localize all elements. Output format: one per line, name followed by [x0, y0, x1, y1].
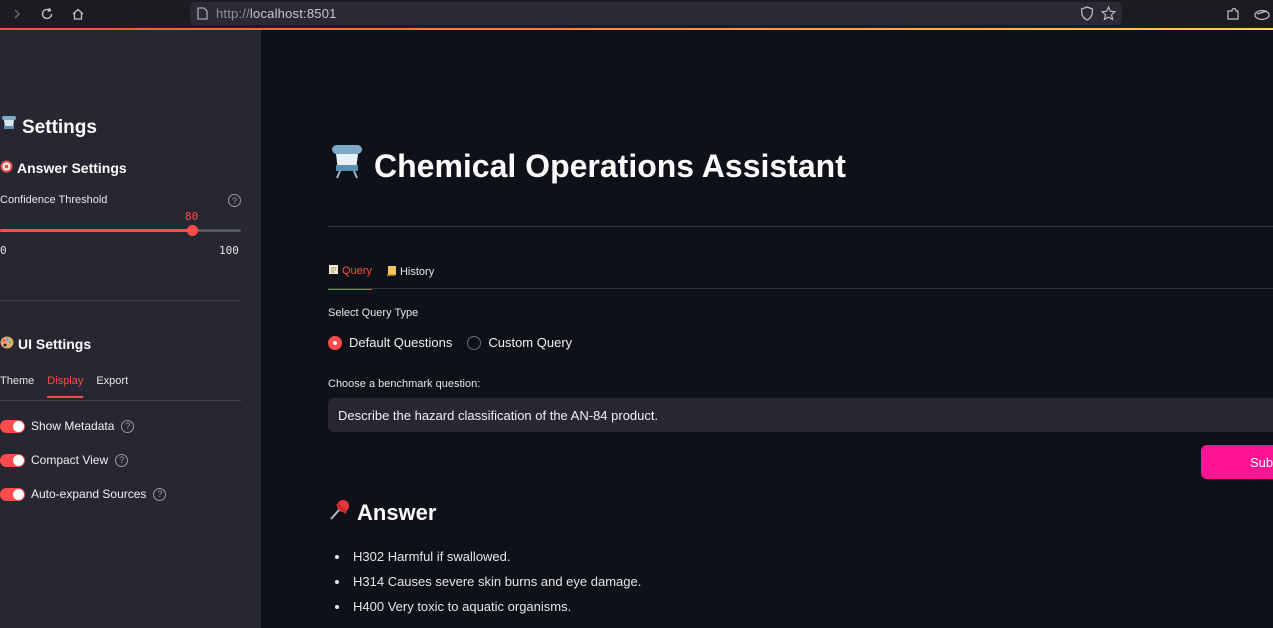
list-item: H314 Causes severe skin burns and eye da…	[335, 569, 641, 594]
forward-icon[interactable]	[7, 4, 27, 24]
tab-history[interactable]: History	[386, 264, 434, 290]
auto-expand-sources-row: Auto-expand Sources ?	[0, 487, 167, 501]
slider-value: 80	[185, 210, 199, 223]
ui-settings-label: UI Settings	[18, 336, 92, 352]
scroll-icon	[386, 265, 397, 279]
url-scheme: http://	[216, 6, 250, 21]
pushpin-icon	[328, 498, 352, 528]
sidebar-divider	[0, 300, 241, 301]
benchmark-question-value: Describe the hazard classification of th…	[338, 407, 659, 423]
main-content: Chemical Operations Assistant Query Hist…	[261, 30, 1273, 628]
page-icon	[197, 7, 208, 25]
tabs-underline	[0, 400, 241, 401]
reload-icon[interactable]	[37, 4, 57, 24]
default-questions-label[interactable]: Default Questions	[349, 335, 452, 350]
query-type-radio-group: Default Questions Custom Query	[328, 335, 572, 350]
list-item: H400 Very toxic to aquatic organisms.	[335, 594, 641, 619]
submit-button[interactable]: Sub	[1201, 445, 1273, 479]
help-icon[interactable]: ?	[121, 419, 135, 433]
answer-heading-text: Answer	[357, 500, 437, 525]
answer-heading: Answer	[328, 498, 436, 528]
sidebar: Settings Answer Settings Confidence Thre…	[0, 30, 261, 628]
answer-settings-label: Answer Settings	[17, 160, 127, 176]
flask-icon	[0, 115, 18, 141]
palette-icon	[0, 336, 14, 352]
compact-view-row: Compact View ?	[0, 453, 129, 467]
tab-export[interactable]: Export	[96, 375, 128, 398]
slider-fill	[0, 229, 193, 232]
slider-min: 0	[0, 244, 7, 257]
page-title: Chemical Operations Assistant	[328, 144, 846, 188]
memo-icon	[328, 264, 339, 278]
benchmark-question-select[interactable]: Describe the hazard classification of th…	[328, 398, 1273, 432]
answer-list: H302 Harmful if swallowed. H314 Causes s…	[335, 544, 641, 619]
tab-display[interactable]: Display	[47, 375, 84, 398]
title-divider	[328, 226, 1273, 227]
sidebar-title-text: Settings	[22, 117, 97, 138]
compact-view-label: Compact View	[31, 453, 109, 467]
auto-expand-sources-label: Auto-expand Sources	[31, 487, 147, 501]
tab-query-label: Query	[342, 265, 372, 277]
tab-history-label: History	[399, 266, 435, 278]
custom-query-label[interactable]: Custom Query	[488, 335, 572, 350]
target-icon	[0, 160, 13, 176]
tab-query[interactable]: Query	[328, 264, 372, 290]
account-icon[interactable]	[1252, 4, 1272, 24]
address-bar[interactable]: http://localhost:8501	[190, 2, 1122, 25]
query-type-label: Select Query Type	[328, 307, 419, 319]
ui-settings-tabs: Theme Display Export	[0, 375, 128, 398]
url-text[interactable]: http://localhost:8501	[216, 6, 337, 21]
compact-view-toggle[interactable]	[0, 453, 25, 467]
confidence-slider-track[interactable]	[0, 229, 241, 232]
confidence-threshold-label: Confidence Threshold	[0, 194, 108, 206]
bookmark-star-icon[interactable]	[1100, 5, 1117, 26]
ui-settings-heading: UI Settings	[0, 336, 91, 352]
list-item: H302 Harmful if swallowed.	[335, 544, 641, 569]
show-metadata-label: Show Metadata	[31, 419, 115, 433]
slider-max: 100	[219, 244, 239, 257]
sidebar-title: Settings	[0, 115, 97, 141]
default-questions-radio[interactable]	[328, 335, 342, 350]
help-icon[interactable]: ?	[153, 487, 167, 501]
custom-query-radio[interactable]	[467, 335, 482, 350]
answer-settings-heading: Answer Settings	[0, 160, 127, 176]
help-icon[interactable]: ?	[228, 194, 241, 207]
home-icon[interactable]	[68, 4, 88, 24]
main-tabs: Query History	[328, 264, 434, 290]
show-metadata-row: Show Metadata ?	[0, 419, 135, 433]
auto-expand-sources-toggle[interactable]	[0, 487, 25, 501]
tabs-underline	[328, 288, 1273, 289]
flask-icon	[328, 144, 366, 188]
show-metadata-toggle[interactable]	[0, 419, 25, 433]
slider-thumb[interactable]	[187, 225, 198, 236]
browser-toolbar: http://localhost:8501	[0, 0, 1273, 28]
url-host: localhost:8501	[249, 6, 337, 21]
extensions-icon[interactable]	[1223, 4, 1243, 24]
tab-theme[interactable]: Theme	[0, 375, 34, 398]
benchmark-question-label: Choose a benchmark question:	[328, 378, 481, 390]
help-icon[interactable]: ?	[115, 453, 129, 467]
page-title-text: Chemical Operations Assistant	[374, 147, 846, 184]
shield-icon[interactable]	[1080, 6, 1094, 26]
